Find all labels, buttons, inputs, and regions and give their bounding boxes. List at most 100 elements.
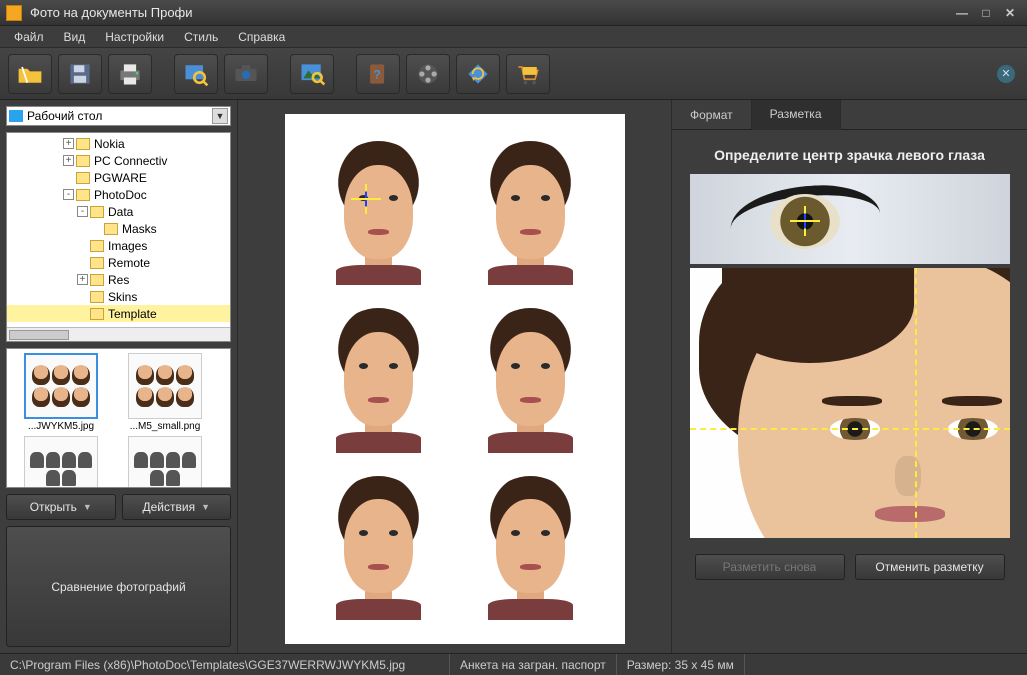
photo-cell[interactable] (465, 305, 597, 452)
menu-help[interactable]: Справка (228, 27, 295, 47)
photo-cell[interactable] (465, 473, 597, 620)
thumbnail-preview (24, 353, 98, 419)
image-search-icon (182, 60, 210, 88)
tree-item[interactable]: - Data (7, 203, 230, 220)
window-title: Фото на документы Профи (30, 5, 949, 20)
tree-item-label: Skins (108, 290, 137, 304)
cancel-markup-label: Отменить разметку (875, 560, 983, 574)
floppy-icon (66, 60, 94, 88)
tab-format[interactable]: Формат (672, 100, 752, 129)
cancel-markup-button[interactable]: Отменить разметку (855, 554, 1005, 580)
toolbar-camera[interactable] (224, 54, 268, 94)
tree-item-label: Nokia (94, 137, 125, 151)
chevron-down-icon[interactable]: ▼ (212, 108, 228, 124)
tree-item[interactable]: + PC Connectiv (7, 152, 230, 169)
thumbnail-item[interactable]: ...NAAGG7N.jpg (11, 436, 111, 488)
tree-spacer (77, 308, 88, 319)
status-path: C:\Program Files (x86)\PhotoDoc\Template… (0, 654, 450, 675)
photo-cell[interactable] (313, 138, 445, 285)
thumbnail-item[interactable]: ...M5_small.png (115, 353, 215, 432)
toolbar-search-image[interactable] (174, 54, 218, 94)
expand-icon[interactable]: + (63, 155, 74, 166)
toolbar-zoom-image[interactable] (290, 54, 334, 94)
thumbnail-preview (128, 436, 202, 488)
menu-settings[interactable]: Настройки (95, 27, 174, 47)
collapse-icon[interactable]: - (63, 189, 74, 200)
folder-icon (76, 189, 90, 201)
photo-cell[interactable] (313, 473, 445, 620)
tree-item[interactable]: PGWARE (7, 169, 230, 186)
toolbar-open-folder[interactable] (8, 54, 52, 94)
menu-view[interactable]: Вид (54, 27, 96, 47)
printer-icon (116, 60, 144, 88)
tree-item-label: Res (108, 273, 129, 287)
menu-style[interactable]: Стиль (174, 27, 228, 47)
film-reel-icon (414, 60, 442, 88)
tree-spacer (77, 257, 88, 268)
tree-item[interactable]: Template (7, 305, 230, 322)
remark-again-button[interactable]: Разметить снова (695, 554, 845, 580)
eye-marker-cross[interactable] (351, 184, 381, 214)
path-selector[interactable]: Рабочий стол ▼ (6, 106, 231, 126)
camera-icon (232, 60, 260, 88)
tree-spacer (77, 291, 88, 302)
tree-item-label: Masks (122, 222, 157, 236)
diamond-refresh-icon (464, 60, 492, 88)
tab-markup[interactable]: Разметка (752, 100, 841, 130)
eye-closeup-guide (690, 174, 1010, 264)
expand-icon[interactable]: + (77, 274, 88, 285)
folder-icon (104, 223, 118, 235)
photo-cell[interactable] (313, 305, 445, 452)
compare-photos-label: Сравнение фотографий (51, 580, 185, 594)
tree-item-label: Images (108, 239, 147, 253)
folder-icon (76, 172, 90, 184)
folder-tree[interactable]: +Nokia+PC ConnectivPGWARE-PhotoDoc-DataM… (6, 132, 231, 342)
minimize-button[interactable]: — (951, 5, 973, 21)
toolbar-update[interactable] (456, 54, 500, 94)
tree-item[interactable]: Images (7, 237, 230, 254)
toolbar: ? ✕ (0, 48, 1027, 100)
open-button[interactable]: Открыть ▼ (6, 494, 116, 520)
right-tabs: Формат Разметка (672, 100, 1027, 130)
tree-item[interactable]: -PhotoDoc (7, 186, 230, 203)
horizontal-scrollbar[interactable] (7, 327, 230, 341)
collapse-icon[interactable]: - (77, 206, 88, 217)
toolbar-collapse-button[interactable]: ✕ (997, 65, 1015, 83)
actions-button[interactable]: Действия ▼ (122, 494, 232, 520)
tree-item-label: Template (108, 307, 157, 321)
folder-icon (90, 308, 104, 320)
face-guide (690, 268, 1010, 538)
toolbar-video[interactable] (406, 54, 450, 94)
folder-icon (90, 274, 104, 286)
close-button[interactable]: ✕ (999, 5, 1021, 21)
tree-item[interactable]: Masks (7, 220, 230, 237)
thumbnail-item[interactable]: ...7N_small.png (115, 436, 215, 488)
toolbar-cart[interactable] (506, 54, 550, 94)
chevron-down-icon: ▼ (201, 502, 210, 512)
guide-line-horizontal (690, 428, 1010, 430)
status-size: Размер: 35 x 45 мм (617, 654, 745, 675)
canvas-area[interactable] (238, 100, 671, 653)
statusbar: C:\Program Files (x86)\PhotoDoc\Template… (0, 653, 1027, 675)
folder-icon (90, 257, 104, 269)
tree-item[interactable]: Remote (7, 254, 230, 271)
maximize-button[interactable]: □ (975, 5, 997, 21)
remark-again-label: Разметить снова (723, 560, 817, 574)
tree-item-label: Data (108, 205, 133, 219)
toolbar-save[interactable] (58, 54, 102, 94)
menu-file[interactable]: Файл (4, 27, 54, 47)
photo-cell[interactable] (465, 138, 597, 285)
eye-marker-cross (790, 206, 820, 236)
expand-icon[interactable]: + (63, 138, 74, 149)
tree-item[interactable]: Skins (7, 288, 230, 305)
thumbnail-item[interactable]: ...JWYKM5.jpg (11, 353, 111, 432)
toolbar-print[interactable] (108, 54, 152, 94)
thumbnail-label: ...M5_small.png (115, 421, 215, 432)
thumbnail-grid[interactable]: ...JWYKM5.jpg ...M5_small.png ...NAAGG7N.j… (6, 348, 231, 488)
toolbar-help-book[interactable]: ? (356, 54, 400, 94)
folder-icon (90, 240, 104, 252)
tree-item[interactable]: + Res (7, 271, 230, 288)
tree-item-label: PC Connectiv (94, 154, 167, 168)
tree-item[interactable]: + Nokia (7, 135, 230, 152)
compare-photos-button[interactable]: Сравнение фотографий (6, 526, 231, 647)
